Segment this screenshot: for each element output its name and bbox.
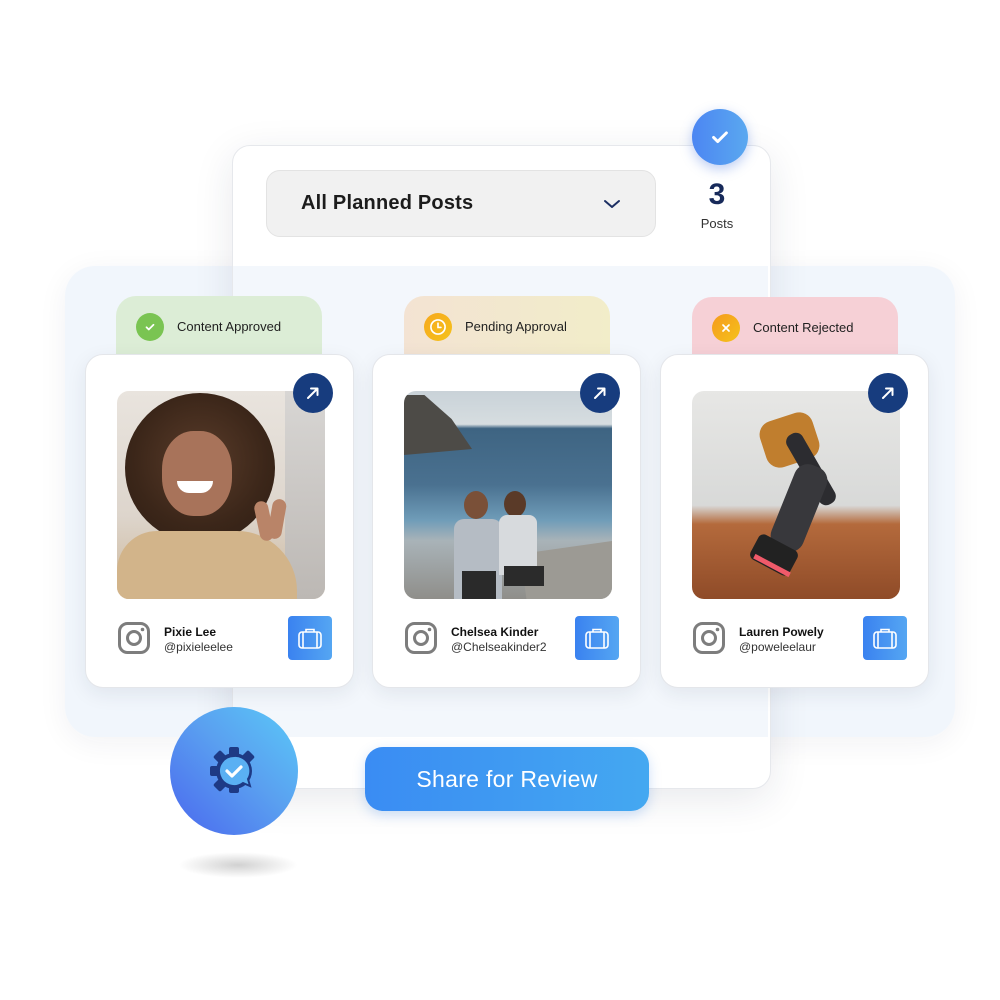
- post-photo: [117, 391, 325, 599]
- post-card[interactable]: Pixie Lee @pixieleelee: [85, 354, 354, 688]
- briefcase-button[interactable]: [575, 616, 619, 660]
- account-handle: @poweleelaur: [739, 640, 816, 654]
- post-card[interactable]: Chelsea Kinder @Chelseakinder2: [372, 354, 641, 688]
- approved-check-badge: [692, 109, 748, 165]
- status-label: Pending Approval: [465, 319, 567, 334]
- gear-check-chat-icon: [210, 747, 255, 793]
- briefcase-icon: [873, 628, 897, 649]
- instagram-icon: [118, 622, 150, 654]
- badge-shadow: [178, 852, 298, 878]
- posts-filter-dropdown[interactable]: All Planned Posts: [266, 170, 656, 237]
- review-gear-badge: [170, 707, 298, 835]
- status-label: Content Rejected: [753, 320, 854, 335]
- post-count: 3 Posts: [684, 178, 750, 231]
- post-photo: [404, 391, 612, 599]
- account-name: Chelsea Kinder: [451, 625, 539, 639]
- account-name: Pixie Lee: [164, 625, 217, 639]
- instagram-icon: [405, 622, 437, 654]
- account-handle: @Chelseakinder2: [451, 640, 547, 654]
- arrow-up-right-icon: [882, 387, 894, 399]
- instagram-icon: [693, 622, 725, 654]
- chevron-down-icon: [604, 199, 620, 208]
- open-post-button[interactable]: [868, 373, 908, 413]
- checkmark-icon: [712, 131, 728, 144]
- dropdown-selected-value: All Planned Posts: [301, 192, 474, 214]
- open-post-button[interactable]: [293, 373, 333, 413]
- x-icon: [712, 314, 740, 342]
- account-handle: @pixieleelee: [164, 640, 233, 654]
- post-photo: [692, 391, 900, 599]
- post-count-label: Posts: [700, 216, 734, 231]
- briefcase-icon: [298, 628, 322, 649]
- briefcase-icon: [585, 628, 609, 649]
- share-for-review-button[interactable]: Share for Review: [365, 747, 649, 811]
- status-label: Content Approved: [177, 319, 282, 334]
- account-name: Lauren Powely: [739, 625, 824, 639]
- clock-icon: [424, 313, 452, 341]
- post-count-value: 3: [708, 178, 726, 211]
- arrow-up-right-icon: [307, 387, 319, 399]
- briefcase-button[interactable]: [863, 616, 907, 660]
- open-post-button[interactable]: [580, 373, 620, 413]
- briefcase-button[interactable]: [288, 616, 332, 660]
- post-card[interactable]: Lauren Powely @poweleelaur: [660, 354, 929, 688]
- arrow-up-right-icon: [594, 387, 606, 399]
- check-icon: [136, 313, 164, 341]
